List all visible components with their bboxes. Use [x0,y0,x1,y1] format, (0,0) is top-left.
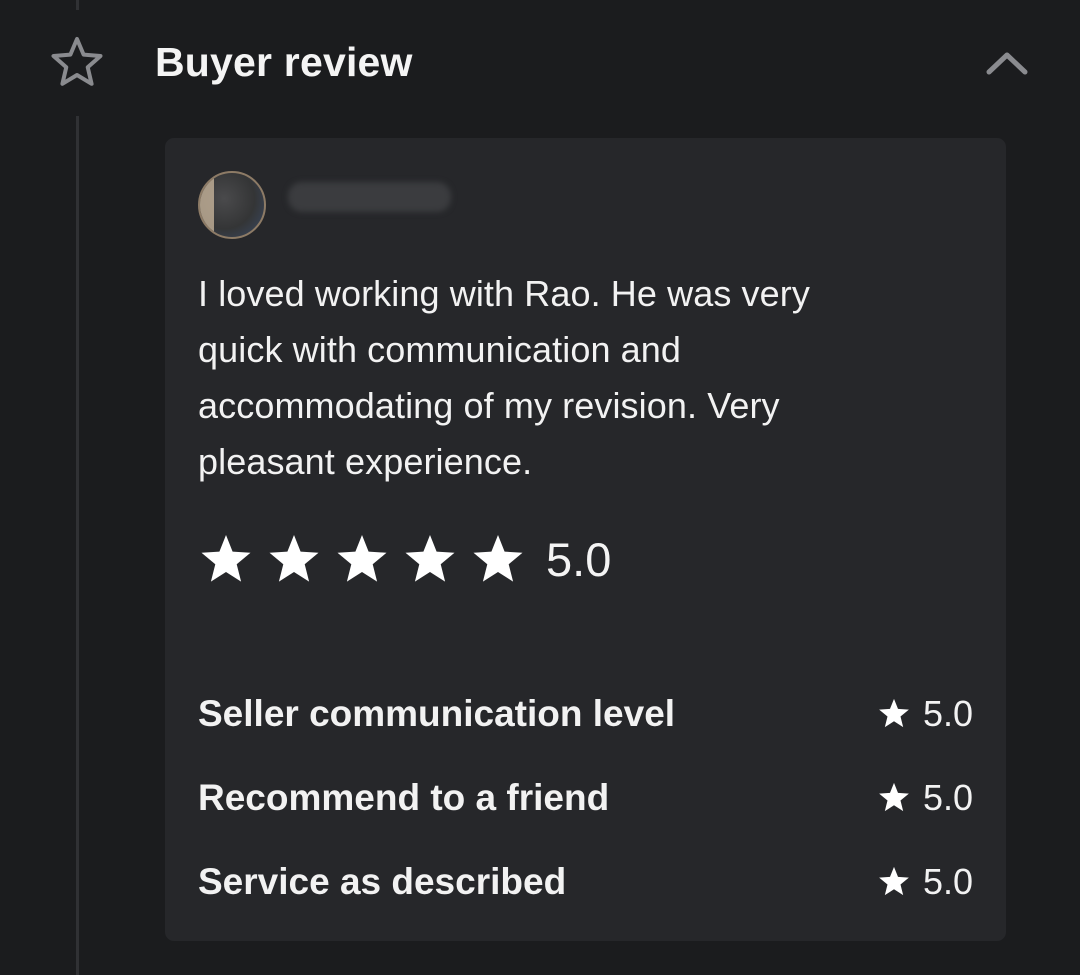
star-filled-icon [337,535,387,582]
overall-score: 5.0 [546,533,612,586]
star-filled-icon [879,698,909,728]
reviewer-name-redacted [288,182,451,212]
star-filled-icon [269,535,319,582]
star-outline-icon [51,37,103,86]
review-text: I loved working with Rao. He was very qu… [198,273,810,482]
breakdown-label: Service as described [198,861,567,902]
star-filled-icon [201,535,251,582]
breakdown-value: 5.0 [877,770,973,826]
breakdown-row: Recommend to a friend 5.0 [198,770,973,854]
breakdown-value: 5.0 [877,686,973,742]
rating-stars [198,532,538,588]
breakdown-value: 5.0 [877,854,973,910]
star-filled-icon [405,535,455,582]
chevron-up-icon[interactable] [982,44,1032,80]
breakdown-score: 5.0 [922,777,973,818]
star-filled-icon [879,782,909,812]
breakdown-score: 5.0 [922,693,973,734]
section-title: Buyer review [155,39,413,85]
star-filled-icon [879,866,909,896]
breakdown-label: Recommend to a friend [198,777,610,818]
buyer-review-page: Buyer review I loved working with Rao. H… [0,0,1080,975]
breakdown-label: Seller communication level [198,693,676,734]
buyer-review-header[interactable]: Buyer review [0,0,1080,125]
timeline-connector [76,116,79,975]
reviewer-avatar[interactable] [198,171,266,239]
breakdown-score: 5.0 [922,861,973,902]
breakdown-row: Service as described 5.0 [198,854,973,938]
breakdown-row: Seller communication level 5.0 [198,686,973,770]
star-filled-icon [473,535,523,582]
overall-rating: 5.0 [198,532,611,588]
review-card: I loved working with Rao. He was very qu… [165,138,1006,941]
rating-breakdown: Seller communication level 5.0 Recommend… [198,686,973,938]
